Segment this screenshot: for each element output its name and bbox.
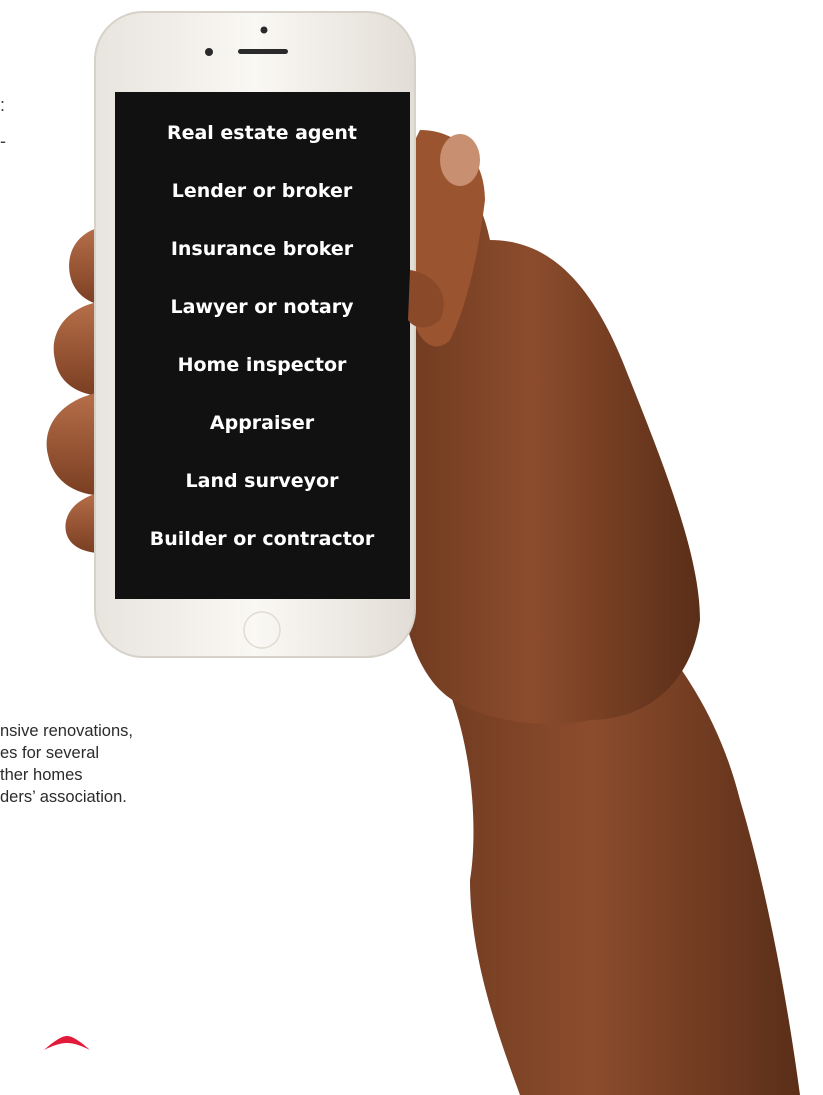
list-item: Land surveyor xyxy=(185,470,339,492)
body-line: ther homes xyxy=(0,766,83,784)
thumbnail-shape xyxy=(440,134,480,186)
list-item: Real estate agent xyxy=(166,122,358,144)
list-item: Insurance broker xyxy=(170,238,354,260)
partial-text-char: : xyxy=(0,95,6,115)
list-item: Home inspector xyxy=(177,354,347,376)
phone-front-camera xyxy=(205,48,213,56)
body-line: ders’ association. xyxy=(0,788,127,806)
list-item: Lender or broker xyxy=(171,180,353,202)
list-item: Builder or contractor xyxy=(149,528,375,550)
phone-camera-dot xyxy=(260,26,268,34)
list-item: Appraiser xyxy=(209,412,315,434)
list-item: Lawyer or notary xyxy=(170,296,354,318)
body-line: nsive renovations, xyxy=(0,722,133,740)
phone-speaker xyxy=(238,49,288,54)
body-paragraph: nsive renovations, es for several ther h… xyxy=(0,720,133,808)
body-line: es for several xyxy=(0,744,100,762)
phone-screen-list: Real estate agent Lender or broker Insur… xyxy=(122,120,402,584)
partial-text-char: - xyxy=(0,131,6,151)
chevron-up-icon[interactable] xyxy=(42,1033,92,1053)
page-stage: : - Real estate agent Lender or broker I… xyxy=(0,0,823,1095)
